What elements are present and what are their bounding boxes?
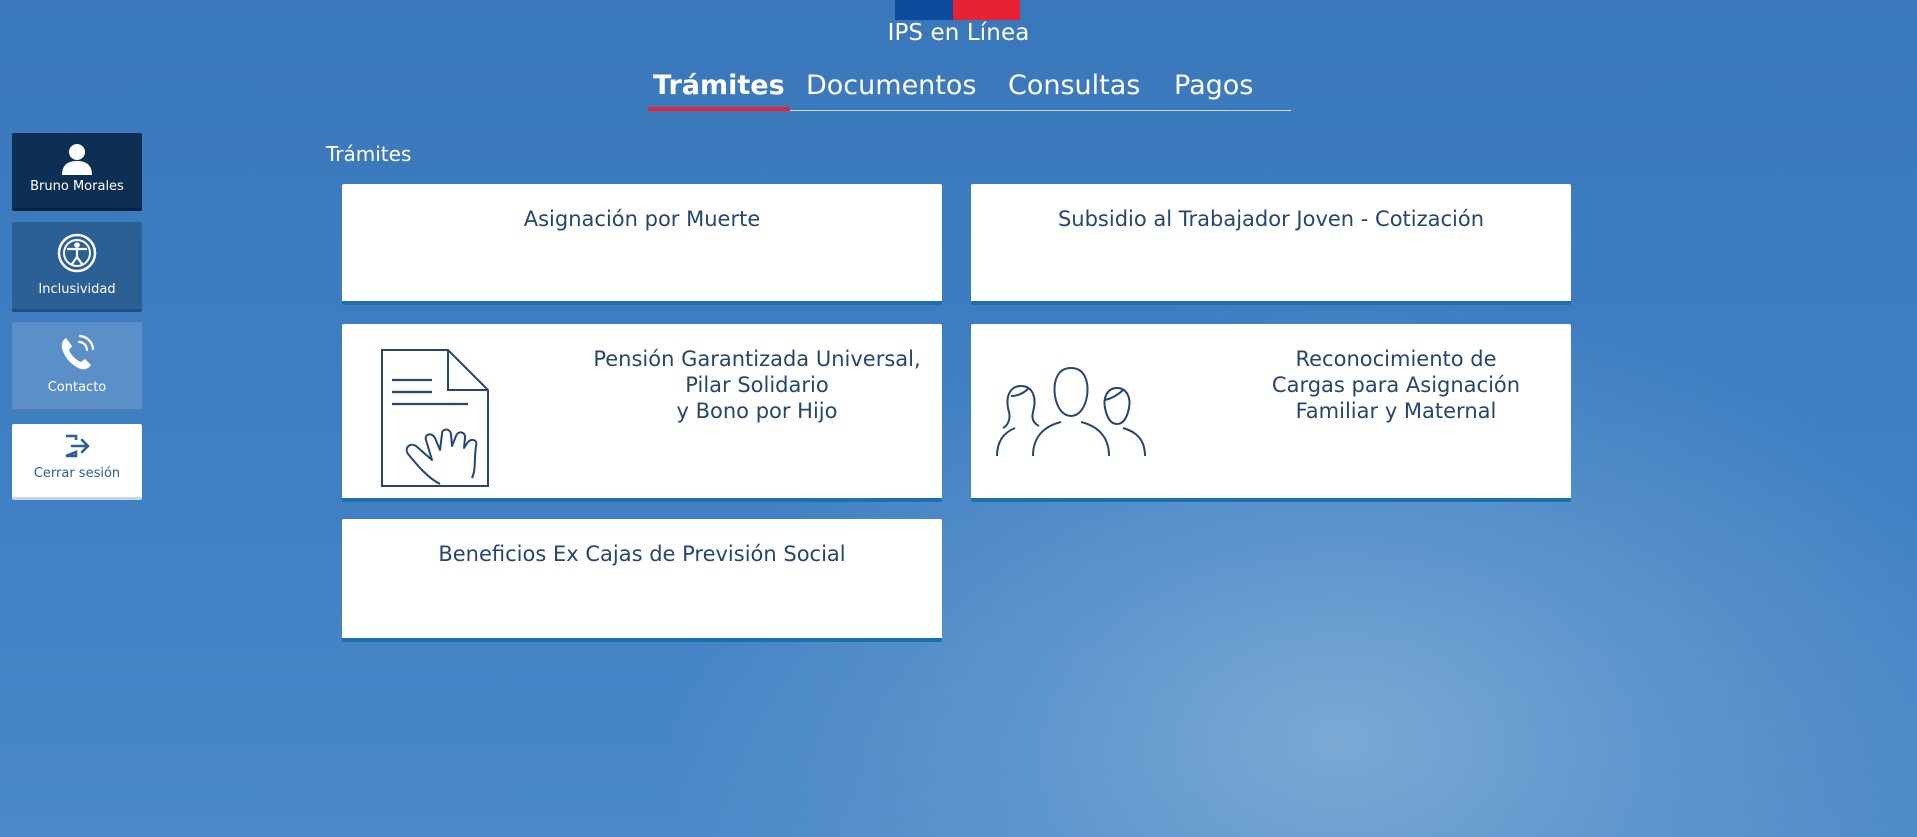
card-title: Beneficios Ex Cajas de Previsión Social — [438, 542, 846, 566]
user-icon — [62, 144, 92, 175]
logout-label: Cerrar sesión — [33, 466, 121, 481]
logout-button[interactable]: Cerrar sesión — [12, 424, 142, 500]
card-beneficios-ex-cajas[interactable]: Beneficios Ex Cajas de Previsión Social — [342, 519, 942, 642]
document-hand-icon — [381, 349, 489, 487]
card-reconocimiento-cargas[interactable]: Reconocimiento de Cargas para Asignación… — [971, 324, 1571, 502]
user-profile-button[interactable]: Bruno Morales — [12, 133, 142, 211]
accessibility-icon — [57, 233, 97, 273]
section-title: Trámites — [326, 142, 412, 166]
card-subsidio-trabajador-joven[interactable]: Subsidio al Trabajador Joven - Cotizació… — [971, 184, 1571, 305]
user-name: Bruno Morales — [30, 179, 124, 194]
inclusividad-label: Inclusividad — [38, 282, 116, 297]
tab-pagos[interactable]: Pagos — [1169, 70, 1258, 110]
contacto-label: Contacto — [47, 380, 107, 395]
phone-icon — [61, 334, 95, 370]
chile-flag-logo — [895, 0, 1020, 20]
people-group-icon — [996, 366, 1146, 457]
card-title: Subsidio al Trabajador Joven - Cotizació… — [1057, 207, 1485, 231]
inclusividad-button[interactable]: Inclusividad — [12, 222, 142, 312]
card-asignacion-muerte[interactable]: Asignación por Muerte — [342, 184, 942, 305]
card-title: Asignación por Muerte — [523, 207, 761, 231]
tab-tramites[interactable]: Trámites — [648, 70, 790, 111]
brand-title: IPS en Línea — [887, 20, 1030, 46]
main-nav-tabs: Trámites Documentos Consultas Pagos — [648, 64, 1291, 111]
card-title: Reconocimiento de Cargas para Asignación… — [1271, 347, 1521, 423]
logout-icon — [65, 434, 90, 458]
card-title: Pensión Garantizada Universal, Pilar Sol… — [593, 347, 921, 423]
card-pension-garantizada[interactable]: Pensión Garantizada Universal, Pilar Sol… — [342, 324, 942, 502]
contacto-button[interactable]: Contacto — [12, 322, 142, 412]
tab-consultas[interactable]: Consultas — [1003, 70, 1145, 110]
tab-documentos[interactable]: Documentos — [801, 70, 981, 110]
